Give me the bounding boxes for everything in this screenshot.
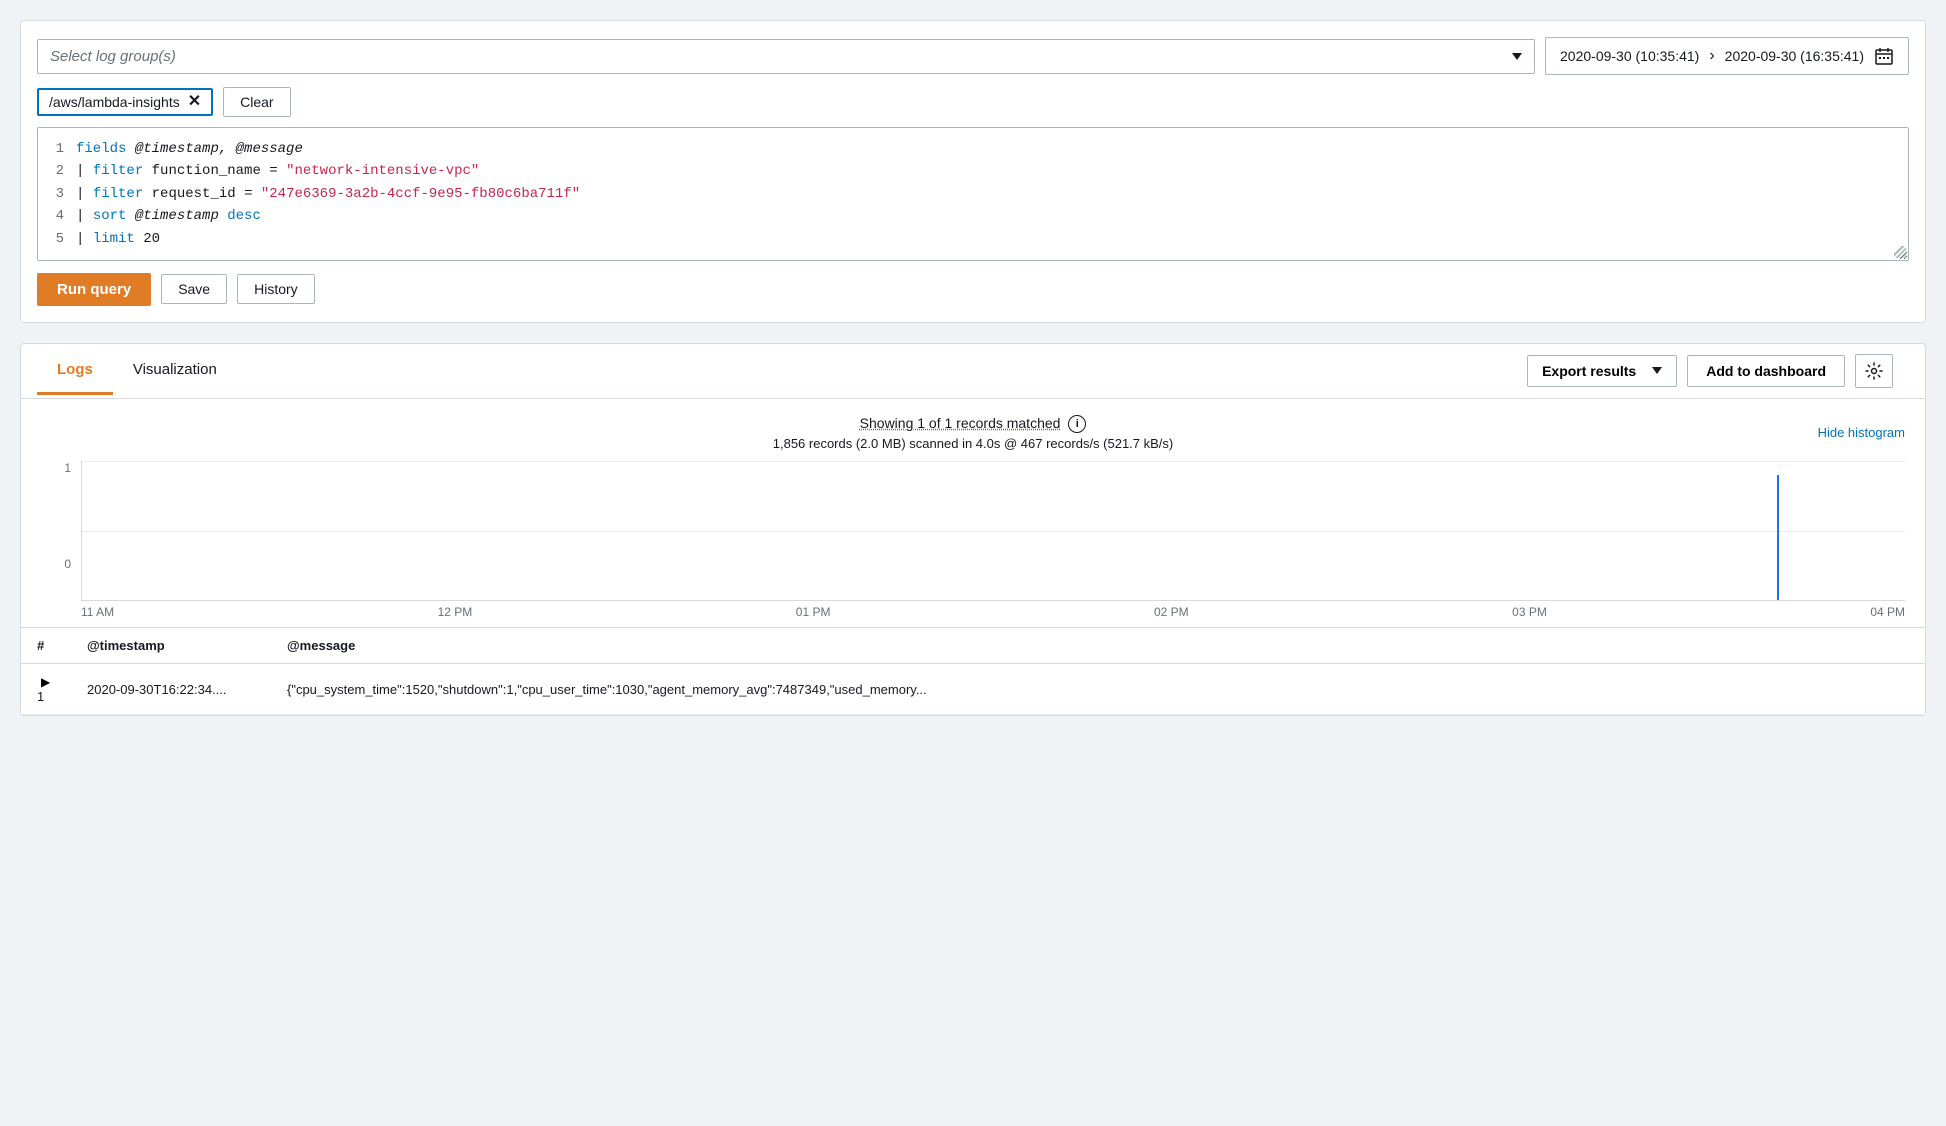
message-cell: {"cpu_system_time":1520,"shutdown":1,"cp…: [271, 664, 1925, 715]
info-icon: i: [1068, 415, 1086, 433]
add-to-dashboard-button[interactable]: Add to dashboard: [1687, 355, 1845, 387]
x-label-2pm: 02 PM: [1154, 605, 1189, 619]
gear-icon: [1865, 362, 1883, 380]
line-number: 5: [52, 228, 64, 250]
resize-handle[interactable]: [1894, 246, 1906, 258]
run-query-button[interactable]: Run query: [37, 273, 151, 306]
line-number: 4: [52, 205, 64, 227]
line-number: 3: [52, 183, 64, 205]
code-content: | limit 20: [76, 228, 160, 250]
arrow-icon: ›: [1709, 47, 1714, 65]
tag-row: /aws/lambda-insights ✕ Clear: [37, 87, 1909, 117]
tabs-actions: Export results Add to dashboard: [1511, 344, 1909, 398]
query-editor[interactable]: 1 fields @timestamp, @message 2 | filter…: [37, 127, 1909, 261]
code-line-5: 5 | limit 20: [52, 228, 1894, 250]
chart-y-labels: 1 0: [41, 461, 71, 571]
save-button[interactable]: Save: [161, 274, 227, 304]
grid-line-top: [82, 461, 1905, 462]
code-content: fields @timestamp, @message: [76, 138, 303, 160]
code-line-1: 1 fields @timestamp, @message: [52, 138, 1894, 160]
tab-visualization[interactable]: Visualization: [113, 347, 237, 395]
x-label-4pm: 04 PM: [1870, 605, 1905, 619]
col-header-num: #: [21, 628, 71, 664]
action-row: Run query Save History: [37, 273, 1909, 306]
col-header-timestamp: @timestamp: [71, 628, 271, 664]
histogram-chart: 1 0: [41, 461, 1905, 601]
chart-x-labels: 11 AM 12 PM 01 PM 02 PM 03 PM 04 PM: [81, 601, 1905, 627]
calendar-icon: [1874, 46, 1894, 66]
timestamp-cell: 2020-09-30T16:22:34....: [71, 664, 271, 715]
histogram-subtitle: 1,856 records (2.0 MB) scanned in 4.0s @…: [41, 436, 1905, 451]
export-label: Export results: [1542, 363, 1636, 379]
table-row: ▶ 1 2020-09-30T16:22:34.... {"cpu_system…: [21, 664, 1925, 715]
chart-bar-spike: [1777, 475, 1779, 600]
settings-button[interactable]: [1855, 354, 1893, 388]
tab-logs[interactable]: Logs: [37, 347, 113, 395]
tag-label: /aws/lambda-insights: [49, 94, 180, 110]
clear-button[interactable]: Clear: [223, 87, 290, 117]
x-label-12pm: 12 PM: [438, 605, 473, 619]
export-chevron-icon: [1652, 367, 1662, 374]
code-content: | sort @timestamp desc: [76, 205, 261, 227]
tag-close-icon[interactable]: ✕: [188, 94, 201, 110]
chevron-down-icon: [1512, 53, 1522, 60]
export-results-button[interactable]: Export results: [1527, 355, 1677, 387]
log-group-select[interactable]: Select log group(s): [37, 39, 1535, 74]
code-line-2: 2 | filter function_name = "network-inte…: [52, 160, 1894, 182]
code-line-4: 4 | sort @timestamp desc: [52, 205, 1894, 227]
grid-line-mid: [82, 531, 1905, 532]
date-end: 2020-09-30 (16:35:41): [1725, 48, 1864, 64]
x-label-1pm: 01 PM: [796, 605, 831, 619]
x-label-3pm: 03 PM: [1512, 605, 1547, 619]
tabs-bar: Logs Visualization Export results Add to…: [21, 344, 1925, 399]
table-header-row: # @timestamp @message: [21, 628, 1925, 664]
y-label-bottom: 0: [64, 557, 71, 571]
row-num-cell: ▶ 1: [21, 664, 71, 715]
log-group-placeholder: Select log group(s): [50, 48, 176, 65]
col-header-message: @message: [271, 628, 1925, 664]
line-number: 1: [52, 138, 64, 160]
histogram-info: Showing 1 of 1 records matched i 1,856 r…: [41, 415, 1905, 451]
row-number: 1: [37, 689, 44, 704]
x-label-11am: 11 AM: [81, 605, 114, 619]
expand-row-button[interactable]: ▶: [37, 675, 54, 689]
code-content: | filter request_id = "247e6369-3a2b-4cc…: [76, 183, 580, 205]
chart-body: [81, 461, 1905, 601]
histogram-title: Showing 1 of 1 records matched: [860, 415, 1061, 431]
history-button[interactable]: History: [237, 274, 315, 304]
results-table: # @timestamp @message ▶ 1 2020-09-30T16:…: [21, 627, 1925, 715]
header-row: Select log group(s) 2020-09-30 (10:35:41…: [37, 37, 1909, 75]
line-number: 2: [52, 160, 64, 182]
code-content: | filter function_name = "network-intens…: [76, 160, 479, 182]
results-panel: Logs Visualization Export results Add to…: [20, 343, 1926, 716]
histogram-area: Showing 1 of 1 records matched i 1,856 r…: [21, 399, 1925, 627]
log-group-tag: /aws/lambda-insights ✕: [37, 88, 213, 116]
y-label-top: 1: [64, 461, 71, 475]
hide-histogram-button[interactable]: Hide histogram: [1818, 425, 1905, 440]
query-editor-panel: Select log group(s) 2020-09-30 (10:35:41…: [20, 20, 1926, 323]
code-line-3: 3 | filter request_id = "247e6369-3a2b-4…: [52, 183, 1894, 205]
date-start: 2020-09-30 (10:35:41): [1560, 48, 1699, 64]
date-range-picker[interactable]: 2020-09-30 (10:35:41) › 2020-09-30 (16:3…: [1545, 37, 1909, 75]
